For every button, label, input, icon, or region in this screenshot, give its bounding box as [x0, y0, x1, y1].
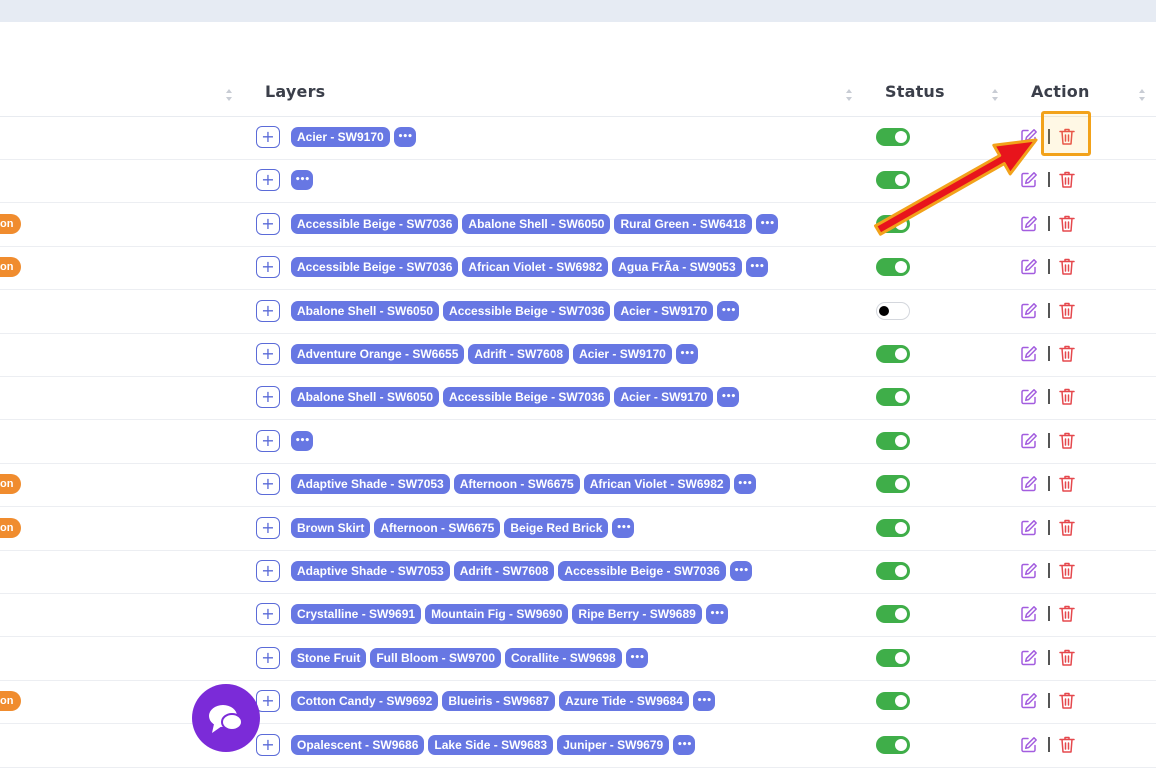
chat-button[interactable]: [192, 684, 260, 752]
chat-icon: [209, 705, 243, 733]
arrow-icon: [874, 138, 1038, 236]
